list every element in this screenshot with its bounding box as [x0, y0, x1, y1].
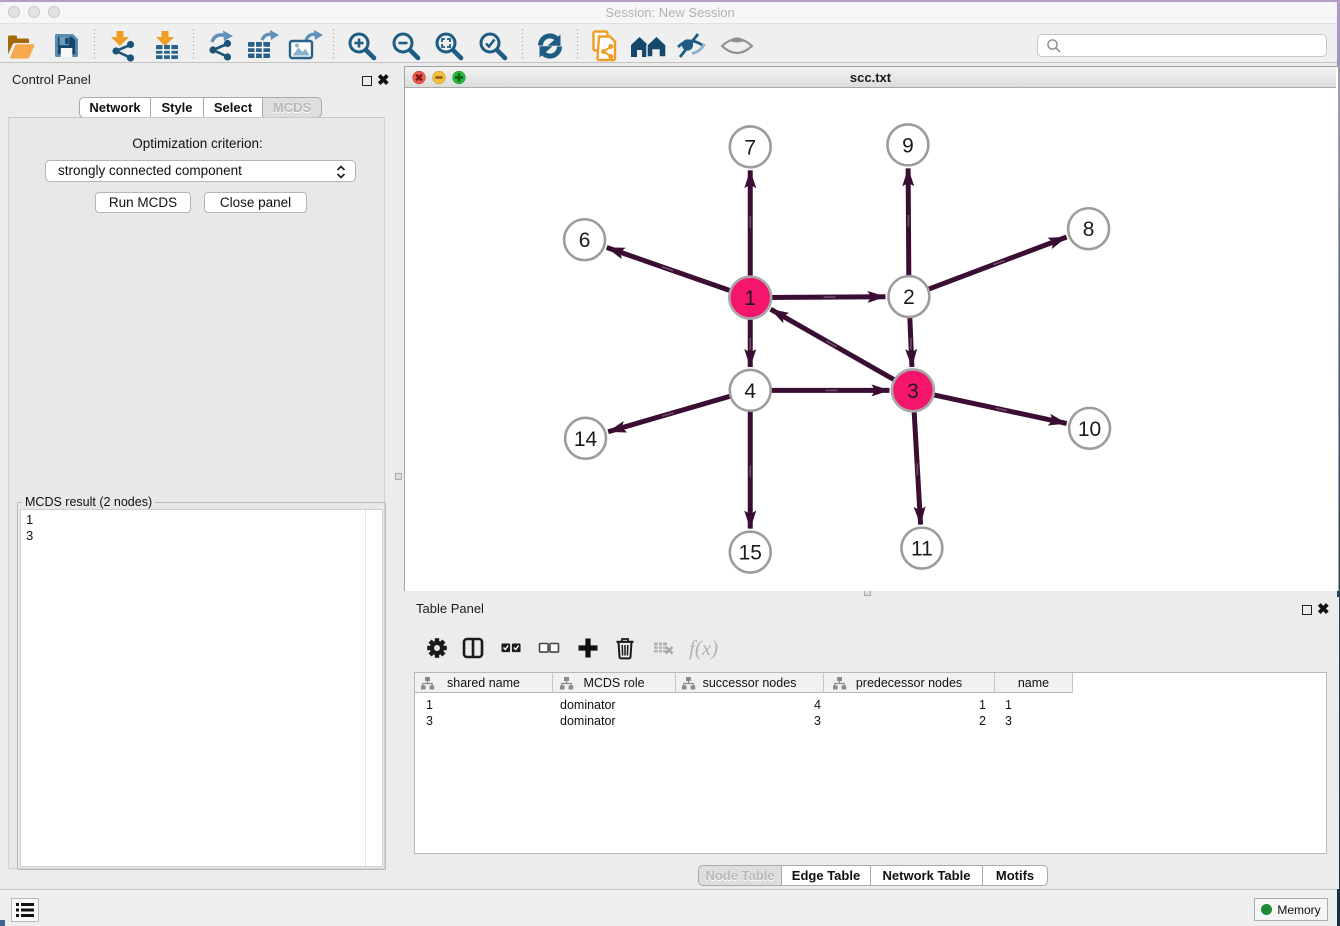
svg-text:2: 2	[903, 286, 915, 309]
svg-text:4: 4	[744, 380, 756, 403]
svg-text:1: 1	[744, 287, 756, 310]
svg-text:f(x): f(x)	[689, 636, 718, 660]
svg-text:7: 7	[744, 136, 756, 159]
svg-text:8: 8	[1083, 218, 1095, 241]
svg-text:3: 3	[907, 380, 919, 403]
svg-text:15: 15	[739, 542, 762, 565]
svg-text:10: 10	[1078, 418, 1101, 441]
svg-text:6: 6	[579, 229, 591, 252]
svg-text:14: 14	[574, 428, 598, 451]
svg-text:9: 9	[902, 134, 914, 157]
svg-text:11: 11	[911, 538, 933, 561]
